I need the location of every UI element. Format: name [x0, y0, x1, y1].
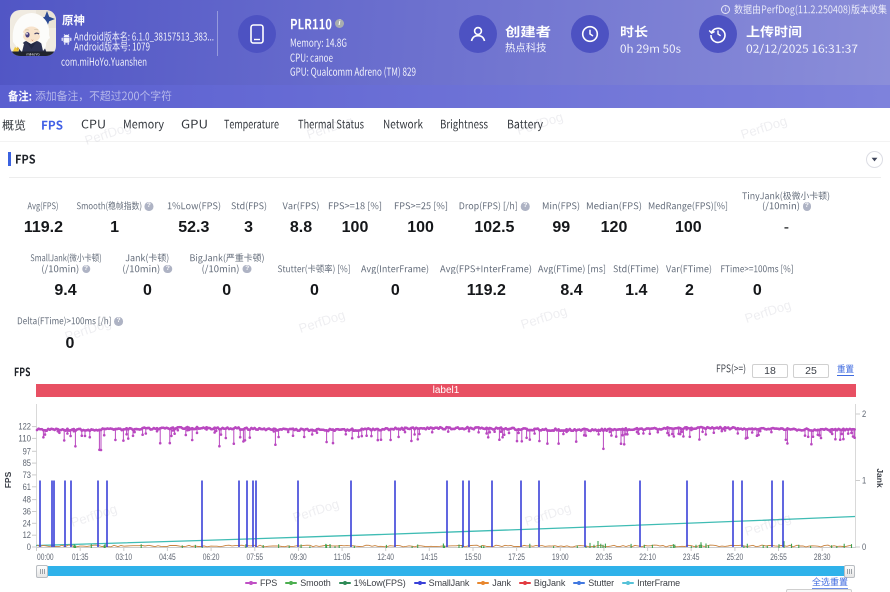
- svg-text:06:20: 06:20: [203, 552, 220, 563]
- svg-text:miHoYo: miHoYo: [26, 52, 39, 56]
- svg-text:61: 61: [23, 482, 31, 493]
- svg-text:17:25: 17:25: [508, 552, 525, 563]
- svg-text:25:20: 25:20: [727, 552, 744, 563]
- svg-text:15:50: 15:50: [465, 552, 482, 563]
- svg-text:12:40: 12:40: [377, 552, 394, 563]
- svg-text:Jank: Jank: [875, 468, 885, 488]
- svg-text:36: 36: [23, 507, 31, 518]
- svg-text:122: 122: [18, 422, 31, 433]
- svg-text:01:35: 01:35: [72, 552, 89, 563]
- svg-text:09:30: 09:30: [290, 552, 307, 563]
- svg-text:24: 24: [23, 518, 31, 529]
- svg-text:1: 1: [862, 476, 866, 487]
- svg-text:110: 110: [18, 433, 31, 444]
- svg-text:14:15: 14:15: [421, 552, 438, 563]
- svg-text:07:55: 07:55: [247, 552, 264, 563]
- svg-text:20:35: 20:35: [596, 552, 613, 563]
- svg-text:22:10: 22:10: [639, 552, 656, 563]
- svg-text:73: 73: [23, 470, 31, 481]
- svg-text:0: 0: [27, 542, 31, 553]
- svg-text:03:10: 03:10: [116, 552, 133, 563]
- svg-text:85: 85: [23, 458, 31, 469]
- svg-text:12: 12: [23, 530, 31, 541]
- svg-text:0: 0: [862, 542, 866, 553]
- svg-text:04:45: 04:45: [159, 552, 176, 563]
- svg-text:FPS: FPS: [3, 471, 13, 488]
- svg-text:97: 97: [23, 446, 31, 457]
- svg-text:00:00: 00:00: [37, 552, 54, 563]
- svg-text:19:00: 19:00: [552, 552, 569, 563]
- svg-text:48: 48: [23, 495, 31, 506]
- svg-text:26:55: 26:55: [770, 552, 787, 563]
- svg-text:28:30: 28:30: [814, 552, 831, 563]
- svg-text:23:45: 23:45: [683, 552, 700, 563]
- svg-text:11:05: 11:05: [334, 552, 351, 563]
- svg-text:2: 2: [862, 409, 866, 420]
